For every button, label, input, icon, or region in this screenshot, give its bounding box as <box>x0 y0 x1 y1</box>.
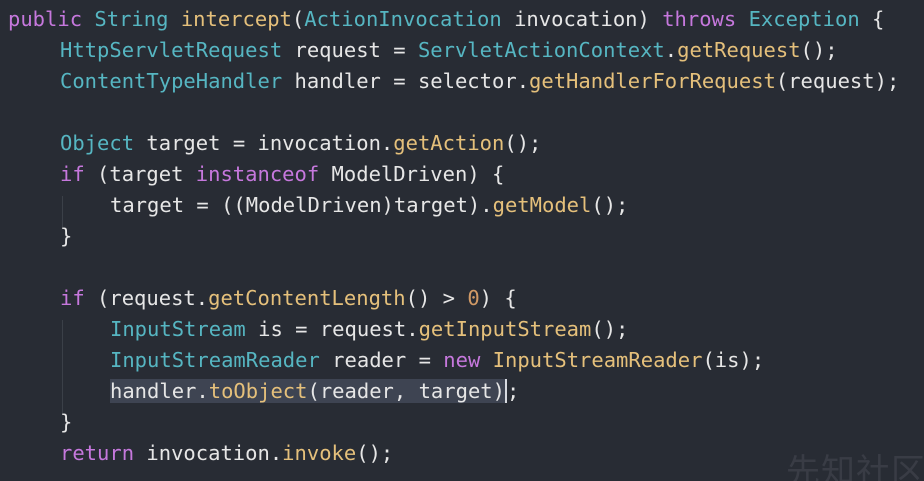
watermark-logo: 先知社区 <box>786 452 924 481</box>
code-token: . <box>380 131 394 155</box>
code-token: InputStreamReader <box>110 348 333 372</box>
code-token: = <box>393 69 418 93</box>
code-token: (target <box>97 162 196 186</box>
code-token: (); <box>800 38 838 62</box>
code-token: = <box>418 348 444 372</box>
code-token: reader <box>332 348 419 372</box>
code-line[interactable]: ContentTypeHandler handler = selector.ge… <box>60 66 899 97</box>
code-token: InputStream <box>110 317 259 341</box>
code-token: 0 <box>467 286 480 310</box>
code-token: ModelDriven <box>331 162 468 186</box>
code-token: ContentTypeHandler <box>60 69 295 93</box>
code-token: = <box>232 131 258 155</box>
code-token: . <box>664 38 678 62</box>
code-token: } <box>60 224 73 248</box>
code-token: handler <box>110 379 197 403</box>
code-token: instanceof <box>195 162 332 186</box>
code-token: getContentLength <box>208 286 406 310</box>
code-token: = <box>196 193 222 217</box>
code-token: Object <box>60 131 147 155</box>
code-token: getHandlerForRequest <box>529 69 776 93</box>
code-token: target <box>146 131 233 155</box>
code-token: intercept <box>180 7 292 31</box>
code-token: handler <box>294 69 394 93</box>
code-token: (request. <box>97 286 209 310</box>
code-token: (is); <box>702 348 765 372</box>
code-token: if <box>60 162 98 186</box>
code-token: String <box>94 7 181 31</box>
code-token: } <box>60 410 73 434</box>
code-token: return <box>60 441 147 465</box>
code-token: . <box>196 379 209 403</box>
code-token: if <box>60 286 98 310</box>
code-token: . <box>516 69 530 93</box>
code-token: invocation <box>257 131 381 155</box>
code-line[interactable]: target = ((ModelDriven)target).getModel(… <box>110 190 628 221</box>
code-token: ) { <box>479 286 517 310</box>
code-token: is <box>258 317 296 341</box>
code-line[interactable]: InputStream is = request.getInputStream(… <box>110 314 628 345</box>
code-token: . <box>269 441 283 465</box>
code-line[interactable]: if (target instanceof ModelDriven) { <box>60 159 504 190</box>
code-line[interactable]: handler.toObject(reader, target); <box>110 376 519 407</box>
code-line[interactable]: return invocation.invoke(); <box>60 438 393 469</box>
code-token: invoke <box>282 441 357 465</box>
code-token: = <box>393 38 418 62</box>
code-token: HttpServletRequest <box>60 38 295 62</box>
code-token: throws <box>662 7 749 31</box>
code-token: request <box>294 38 394 62</box>
code-line[interactable]: Object target = invocation.getAction(); <box>60 128 541 159</box>
code-token: selector <box>417 69 517 93</box>
code-line[interactable]: InputStreamReader reader = new InputStre… <box>110 345 764 376</box>
code-line[interactable]: public String intercept(ActionInvocation… <box>8 4 884 35</box>
indent-guide <box>62 320 63 413</box>
code-token: (); <box>591 317 629 341</box>
code-token: (); <box>591 193 629 217</box>
code-token: Exception <box>748 7 873 31</box>
code-token: ServletActionContext <box>417 38 665 62</box>
code-token: target <box>110 193 197 217</box>
code-token: = <box>295 317 320 341</box>
code-token: (reader, target) <box>307 379 505 403</box>
code-line[interactable]: HttpServletRequest request = ServletActi… <box>60 35 838 66</box>
code-token: invocation <box>514 7 638 31</box>
code-token: ( <box>291 7 305 31</box>
code-token: public <box>8 7 95 31</box>
code-token: new <box>443 348 493 372</box>
code-token: ActionInvocation <box>304 7 515 31</box>
code-token: ; <box>506 379 520 403</box>
code-line[interactable]: } <box>60 407 72 438</box>
code-token: ((ModelDriven)target). <box>221 193 493 217</box>
code-editor[interactable]: public String intercept(ActionInvocation… <box>0 0 924 481</box>
code-token: request. <box>319 317 419 341</box>
code-token: (); <box>356 441 394 465</box>
code-token: getInputStream <box>418 317 592 341</box>
code-token: toObject <box>208 379 308 403</box>
code-token: getModel <box>492 193 592 217</box>
code-line[interactable]: } <box>60 221 72 252</box>
code-token: ) <box>637 7 663 31</box>
code-token: { <box>872 7 885 31</box>
code-token: (); <box>504 131 542 155</box>
code-token: InputStreamReader <box>492 348 703 372</box>
code-token: () > <box>405 286 468 310</box>
code-line[interactable]: if (request.getContentLength() > 0) { <box>60 283 517 314</box>
code-token: ) { <box>467 162 505 186</box>
code-token: getRequest <box>677 38 801 62</box>
code-token: getAction <box>393 131 505 155</box>
code-token: (request); <box>775 69 900 93</box>
code-token: invocation <box>146 441 270 465</box>
